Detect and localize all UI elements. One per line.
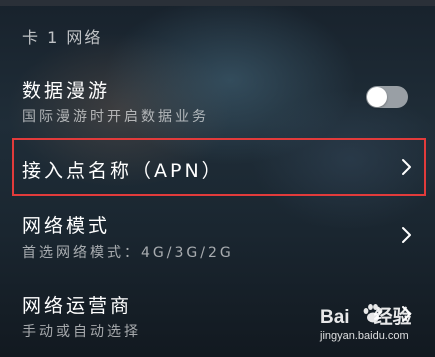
network-mode-title: 网络模式 — [22, 215, 111, 237]
data-roaming-title: 数据漫游 — [22, 80, 111, 102]
paw-icon — [363, 304, 383, 323]
watermark-url: jingyan.baidu.com — [320, 330, 409, 342]
chevron-right-icon — [402, 227, 411, 243]
status-bar-edge — [0, 0, 435, 6]
network-mode-subtitle: 首选网络模式：4G/3G/2G — [22, 245, 234, 261]
data-roaming-subtitle: 国际漫游时开启数据业务 — [22, 109, 209, 125]
network-mode-row[interactable]: 网络模式 首选网络模式：4G/3G/2G — [0, 205, 435, 269]
network-operator-title: 网络运营商 — [22, 295, 133, 317]
watermark-brand-left: Bai — [320, 307, 350, 328]
network-operator-subtitle: 手动或自动选择 — [22, 324, 141, 340]
section-title: 卡 1 网络 — [22, 28, 103, 47]
apn-highlight-box — [12, 138, 426, 196]
toggle-knob — [367, 87, 387, 107]
settings-screen: 卡 1 网络 数据漫游 国际漫游时开启数据业务 接入点名称（APN） 网络模式 … — [0, 0, 435, 357]
baidu-jingyan-watermark: Bai 经验 jingyan.baidu.com — [320, 300, 432, 352]
data-roaming-toggle[interactable] — [366, 86, 408, 108]
